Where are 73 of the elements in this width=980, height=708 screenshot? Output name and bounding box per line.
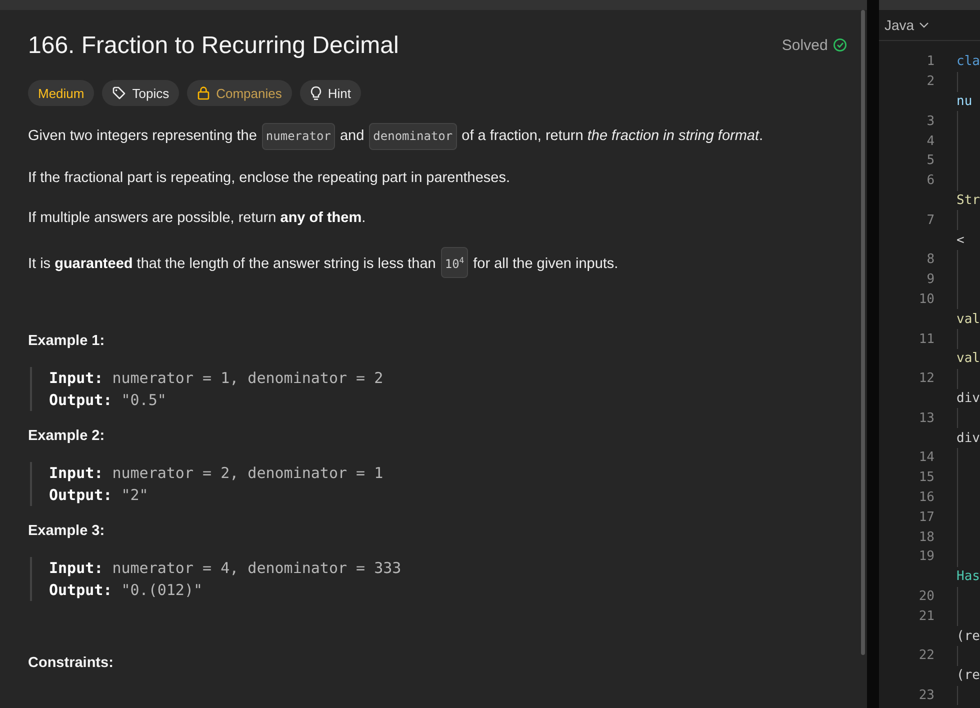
description-text: It is guaranteed that the length of the answer string is less than <box>28 255 436 274</box>
description-text: of a fraction, return the fraction in string format. <box>462 127 764 146</box>
code-text: val <box>956 312 980 327</box>
inline-code: numerator <box>262 123 335 150</box>
lock-icon <box>197 86 210 100</box>
code-text: cla <box>956 54 980 70</box>
line-number: 23 <box>918 688 935 703</box>
line-number: 17 <box>918 510 935 525</box>
line-number: 19 <box>918 549 935 564</box>
input-value: numerator = 1, denominator = 2 <box>112 369 384 387</box>
input-label: Input: <box>49 369 104 387</box>
line-number: 15 <box>918 470 935 486</box>
example-heading: Example 3: <box>28 523 106 539</box>
line-number: 9 <box>926 272 935 288</box>
hint-tag[interactable]: Hint <box>300 80 361 106</box>
line-number: 22 <box>918 648 935 664</box>
topics-tag[interactable]: Topics <box>102 80 180 106</box>
companies-tag[interactable]: Companies <box>187 80 292 106</box>
code-text: (re <box>956 628 980 644</box>
output-value: "0.(012)" <box>121 581 203 599</box>
line-number: 5 <box>926 153 935 168</box>
line-number: 14 <box>918 450 935 466</box>
line-number: 10 <box>918 292 935 307</box>
line-number: 11 <box>918 332 935 347</box>
line-number: 4 <box>926 134 935 149</box>
line-number: 13 <box>918 410 935 426</box>
line-number: 21 <box>918 608 935 624</box>
tag-icon <box>112 86 126 100</box>
language-dropdown[interactable]: Java <box>884 17 930 33</box>
chevron-down-icon <box>919 22 930 28</box>
code-text: Has <box>956 569 980 584</box>
line-number: 3 <box>926 114 935 129</box>
input-label: Input: <box>49 464 104 482</box>
code-text: Str <box>956 192 980 208</box>
inline-code: denominator <box>369 123 457 150</box>
description-text: If multiple answers are possible, return any of them. <box>28 209 366 228</box>
input-value: numerator = 2, denominator = 1 <box>112 464 384 482</box>
description-text: for all the given inputs. <box>473 255 618 274</box>
code-text: nu <box>956 94 972 109</box>
output-value: "2" <box>121 486 148 504</box>
line-number: 16 <box>918 490 935 505</box>
input-label: Input: <box>49 559 104 577</box>
line-number: 8 <box>926 252 935 268</box>
panel-splitter[interactable] <box>866 0 879 708</box>
code-text: div <box>956 430 980 446</box>
code-text: (re <box>956 668 980 684</box>
line-number: 12 <box>918 371 935 386</box>
line-number: 2 <box>926 74 935 90</box>
code-text: val <box>956 351 980 366</box>
output-label: Output: <box>49 581 112 599</box>
line-number: 7 <box>926 212 935 228</box>
problem-title: 166. Fraction to Recurring Decimal <box>28 32 399 60</box>
output-label: Output: <box>49 486 112 504</box>
description-text: If the fractional part is repeating, enclose the repeating part in parentheses. <box>28 169 510 188</box>
lightbulb-icon <box>310 86 322 100</box>
description-text: Given two integers representing the <box>28 127 257 146</box>
solved-label: Solved <box>782 36 828 54</box>
line-number: 6 <box>926 173 935 188</box>
line-number: 1 <box>926 54 935 70</box>
description-text: and <box>340 127 364 146</box>
line-number: 18 <box>918 530 935 545</box>
input-value: numerator = 4, denominator = 333 <box>112 559 402 577</box>
code-text: div <box>956 390 980 406</box>
output-label: Output: <box>49 391 112 409</box>
line-number: 20 <box>918 588 935 604</box>
output-value: "0.5" <box>121 391 166 409</box>
code-text: < <box>956 232 964 248</box>
example-heading: Example 2: <box>28 428 106 444</box>
inline-code: 10$^{4}$ <box>440 247 468 278</box>
scrollbar[interactable] <box>860 10 865 655</box>
difficulty-tag[interactable]: Medium <box>28 80 94 106</box>
constraints-heading: Constraints: <box>28 655 114 671</box>
example-heading: Example 1: <box>28 333 106 349</box>
